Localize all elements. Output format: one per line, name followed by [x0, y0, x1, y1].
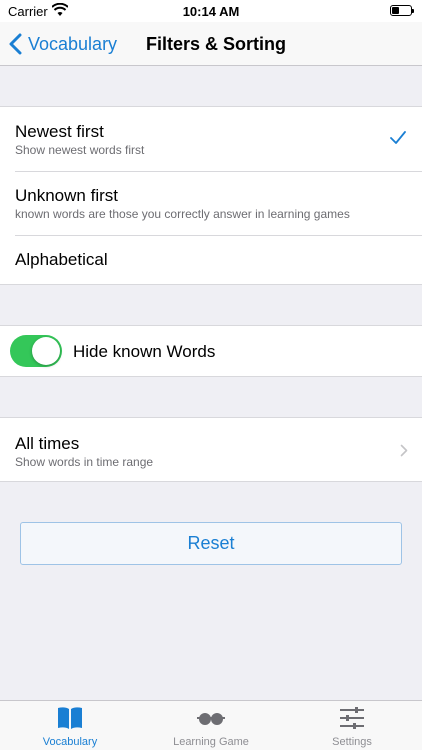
hide-known-label: Hide known Words [73, 342, 216, 361]
sort-option-title: Unknown first [15, 186, 118, 205]
page-title: Filters & Sorting [146, 34, 287, 54]
time-range-group: All times Show words in time range [0, 417, 422, 482]
back-button[interactable]: Vocabulary [8, 22, 117, 66]
navigation-bar: Vocabulary Filters & Sorting [0, 22, 422, 66]
time-range-title: All times [15, 434, 80, 453]
tab-learning-game[interactable]: Learning Game [141, 701, 281, 750]
book-icon [58, 707, 82, 729]
tab-label: Settings [332, 736, 372, 748]
sort-options-group: Newest first Show newest words first Unk… [0, 106, 422, 285]
battery-icon [390, 5, 414, 16]
hide-known-row: Hide known Words [0, 326, 422, 376]
tab-label: Vocabulary [42, 736, 98, 748]
tab-settings[interactable]: Settings [282, 701, 422, 750]
chevron-left-icon [9, 33, 22, 55]
sort-option-unknown[interactable]: Unknown first known words are those you … [0, 171, 422, 235]
chevron-right-icon [400, 444, 408, 457]
sort-option-title: Newest first [15, 122, 104, 141]
toggle-knob [32, 337, 60, 365]
sort-option-subtitle: Show newest words first [15, 143, 145, 157]
sliders-icon [340, 707, 364, 729]
sort-option-alphabetical[interactable]: Alphabetical [0, 235, 422, 284]
hide-known-toggle[interactable] [10, 335, 62, 367]
status-bar: Carrier 10:14 AM [0, 0, 422, 22]
tab-bar: Vocabulary Learning Game Settings [0, 700, 422, 750]
time-range-row[interactable]: All times Show words in time range [0, 418, 422, 481]
back-label: Vocabulary [28, 33, 118, 54]
reset-button[interactable]: Reset [20, 522, 402, 565]
tab-vocabulary[interactable]: Vocabulary [0, 701, 140, 750]
tab-label: Learning Game [173, 736, 249, 748]
hide-known-group: Hide known Words [0, 325, 422, 377]
sort-option-subtitle: known words are those you correctly answ… [15, 207, 350, 221]
sort-option-newest[interactable]: Newest first Show newest words first [0, 107, 422, 171]
glasses-icon [197, 713, 225, 725]
checkmark-icon [390, 131, 406, 144]
sort-option-title: Alphabetical [15, 250, 108, 269]
clock: 10:14 AM [182, 4, 240, 19]
time-range-subtitle: Show words in time range [15, 455, 154, 469]
